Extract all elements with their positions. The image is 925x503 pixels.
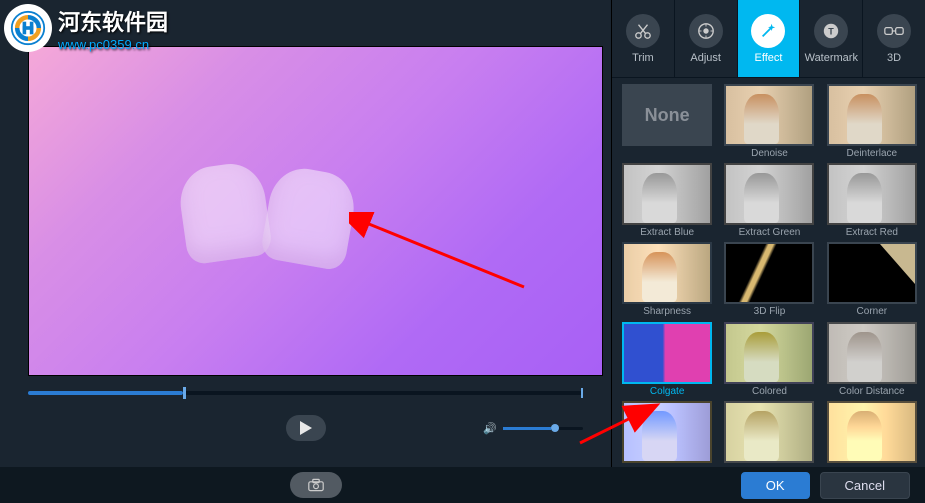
tab-label: Adjust bbox=[690, 52, 721, 64]
effect-thumb bbox=[622, 242, 712, 304]
effect-thumb bbox=[827, 322, 917, 384]
effect-thumb bbox=[724, 322, 814, 384]
effect-label: Color Distance bbox=[839, 386, 905, 397]
effect-sharpness[interactable]: Sharpness bbox=[618, 242, 716, 317]
editor-tabs: Trim Adjust Effect T Watermark bbox=[612, 0, 925, 78]
effect-colgate[interactable]: Colgate bbox=[618, 322, 716, 397]
effect-thumb bbox=[827, 242, 917, 304]
effect-colored[interactable]: Colored bbox=[720, 322, 818, 397]
camera-icon bbox=[308, 478, 324, 492]
ok-button[interactable]: OK bbox=[741, 472, 810, 499]
snapshot-button[interactable] bbox=[290, 472, 342, 498]
volume-icon: 🔊 bbox=[483, 422, 497, 435]
effect-label: 3D Flip bbox=[754, 306, 786, 317]
effect-label: Colored bbox=[752, 386, 787, 397]
annotation-arrow-icon bbox=[349, 212, 529, 292]
watermark-title: 河东软件园 bbox=[58, 5, 168, 37]
effect-label: Colgate bbox=[650, 386, 684, 397]
timeline-progress bbox=[28, 391, 183, 395]
tab-effect[interactable]: Effect bbox=[738, 0, 801, 77]
effect-extract-green[interactable]: Extract Green bbox=[720, 163, 818, 238]
annotation-arrow-icon bbox=[575, 398, 665, 448]
effect-thumb: None bbox=[622, 84, 712, 146]
effect-extract-blue[interactable]: Extract Blue bbox=[618, 163, 716, 238]
timeline[interactable] bbox=[8, 391, 603, 395]
effect-thumb bbox=[827, 163, 917, 225]
effect-label: Extract Green bbox=[739, 227, 801, 238]
timeline-end-marker bbox=[581, 388, 583, 398]
preview-panel: 🔊 bbox=[0, 0, 611, 503]
volume-slider[interactable] bbox=[503, 427, 583, 430]
watermark-icon: T bbox=[814, 14, 848, 48]
effect-none[interactable]: None bbox=[618, 84, 716, 159]
effect-denoise[interactable]: Denoise bbox=[720, 84, 818, 159]
effect-label bbox=[666, 148, 669, 159]
effect-color-distance[interactable]: Color Distance bbox=[823, 322, 921, 397]
video-preview[interactable] bbox=[28, 46, 603, 376]
effect-label: Extract Blue bbox=[640, 227, 694, 238]
play-button[interactable] bbox=[286, 415, 326, 441]
effect-corner[interactable]: Corner bbox=[823, 242, 921, 317]
tab-label: Effect bbox=[755, 52, 783, 64]
tab-label: Watermark bbox=[805, 52, 858, 64]
effect-item[interactable] bbox=[823, 401, 921, 463]
effect-extract-red[interactable]: Extract Red bbox=[823, 163, 921, 238]
effect-deinterlace[interactable]: Deinterlace bbox=[823, 84, 921, 159]
site-watermark: 河东软件园 www.pc0359.cn bbox=[0, 0, 172, 56]
tab-label: 3D bbox=[887, 52, 901, 64]
effect-thumb bbox=[827, 84, 917, 146]
effect-thumb bbox=[724, 242, 814, 304]
tab-label: Trim bbox=[632, 52, 654, 64]
glasses-3d-icon bbox=[877, 14, 911, 48]
adjust-icon bbox=[689, 14, 723, 48]
svg-text:T: T bbox=[829, 26, 835, 36]
effect-label: Denoise bbox=[751, 148, 788, 159]
magic-wand-icon bbox=[751, 14, 785, 48]
effect-label: Corner bbox=[857, 306, 888, 317]
tab-watermark[interactable]: T Watermark bbox=[800, 0, 863, 77]
effect-label: Sharpness bbox=[643, 306, 691, 317]
bottom-toolbar: OK Cancel bbox=[0, 467, 925, 503]
effect-item[interactable] bbox=[720, 401, 818, 463]
cancel-button[interactable]: Cancel bbox=[820, 472, 910, 499]
effect-label: Extract Red bbox=[846, 227, 898, 238]
effect-thumb bbox=[724, 401, 814, 463]
tab-3d[interactable]: 3D bbox=[863, 0, 925, 77]
effect-thumb bbox=[827, 401, 917, 463]
effect-3d-flip[interactable]: 3D Flip bbox=[720, 242, 818, 317]
effect-thumb bbox=[622, 163, 712, 225]
effect-thumb bbox=[622, 322, 712, 384]
watermark-logo-icon bbox=[4, 4, 52, 52]
watermark-url: www.pc0359.cn bbox=[58, 37, 168, 52]
effect-label: Deinterlace bbox=[847, 148, 898, 159]
effect-thumb bbox=[724, 163, 814, 225]
tab-adjust[interactable]: Adjust bbox=[675, 0, 738, 77]
timeline-handle[interactable] bbox=[183, 387, 186, 399]
volume-handle[interactable] bbox=[551, 424, 559, 432]
scissors-icon bbox=[626, 14, 660, 48]
effect-thumb bbox=[724, 84, 814, 146]
tab-trim[interactable]: Trim bbox=[612, 0, 675, 77]
